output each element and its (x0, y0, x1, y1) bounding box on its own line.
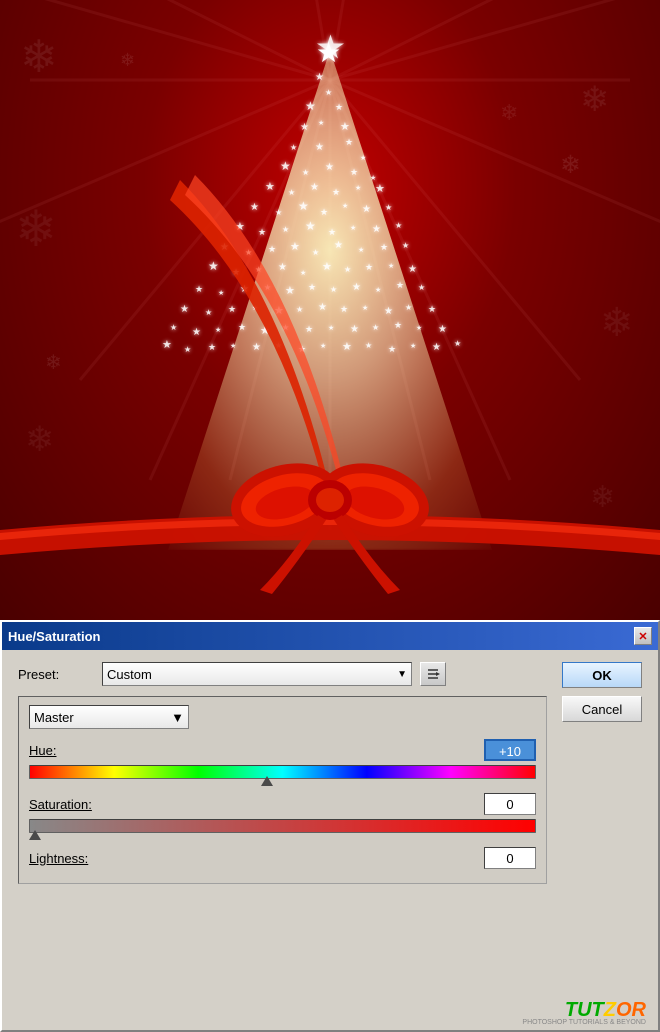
sliders-panel: Master ▼ Hue: +10 (18, 696, 547, 884)
snowflake: ❄ (590, 480, 615, 515)
preset-label: Preset: (18, 667, 98, 682)
preset-dropdown-arrow: ▼ (397, 669, 407, 680)
hue-track[interactable] (29, 765, 536, 779)
hue-value-input[interactable]: +10 (484, 739, 536, 761)
snowflake: ❄ (600, 300, 634, 346)
snowflake: ❄ (20, 30, 58, 83)
snowflake: ❄ (580, 80, 609, 120)
snowflake: ❄ (45, 350, 62, 375)
channel-dropdown-arrow: ▼ (171, 710, 184, 725)
saturation-value-input[interactable]: 0 (484, 793, 536, 815)
canvas-preview: ★ ★ ★ ★ ★ ★ ★ ★ ★ ★ ★ ★ ★ ★ ★ ★ ★ ★ ★ ★ … (0, 0, 660, 620)
preset-row: Preset: Custom ▼ (18, 662, 547, 686)
channel-value: Master (34, 710, 74, 725)
hue-slider-row: Hue: +10 (29, 739, 536, 779)
preset-dropdown[interactable]: Custom ▼ (102, 662, 412, 686)
snowflake: ❄ (560, 150, 581, 180)
channel-dropdown[interactable]: Master ▼ (29, 705, 189, 729)
dialog-titlebar: Hue/Saturation ✕ (2, 622, 658, 650)
saturation-track[interactable] (29, 819, 536, 833)
ok-button[interactable]: OK (562, 662, 642, 688)
cancel-button[interactable]: Cancel (562, 696, 642, 722)
hue-saturation-dialog: Hue/Saturation ✕ Preset: Custom ▼ (0, 620, 660, 1032)
close-button[interactable]: ✕ (634, 627, 652, 645)
snowflake: ❄ (25, 420, 54, 460)
dialog-buttons: OK Cancel (547, 662, 642, 884)
lightness-label: Lightness: (29, 851, 88, 866)
menu-icon (426, 667, 440, 681)
preset-menu-button[interactable] (420, 662, 446, 686)
saturation-thumb[interactable] (29, 828, 41, 840)
dialog-title: Hue/Saturation (8, 629, 100, 644)
snowflake: ❄ (500, 100, 518, 126)
snowflake: ❄ (15, 200, 57, 258)
ribbon-decoration (0, 0, 660, 620)
tutzor-tagline: PHOTOSHOP TUTORIALS & BEYOND (522, 1019, 646, 1026)
lightness-value-input[interactable]: 0 (484, 847, 536, 869)
saturation-label: Saturation: (29, 797, 92, 812)
lightness-row: Lightness: 0 (29, 847, 536, 869)
saturation-slider-row: Saturation: 0 (29, 793, 536, 833)
snowflake: ❄ (120, 50, 135, 71)
preset-value: Custom (107, 667, 152, 682)
hue-thumb[interactable] (261, 774, 273, 786)
hue-label: Hue: (29, 743, 56, 758)
